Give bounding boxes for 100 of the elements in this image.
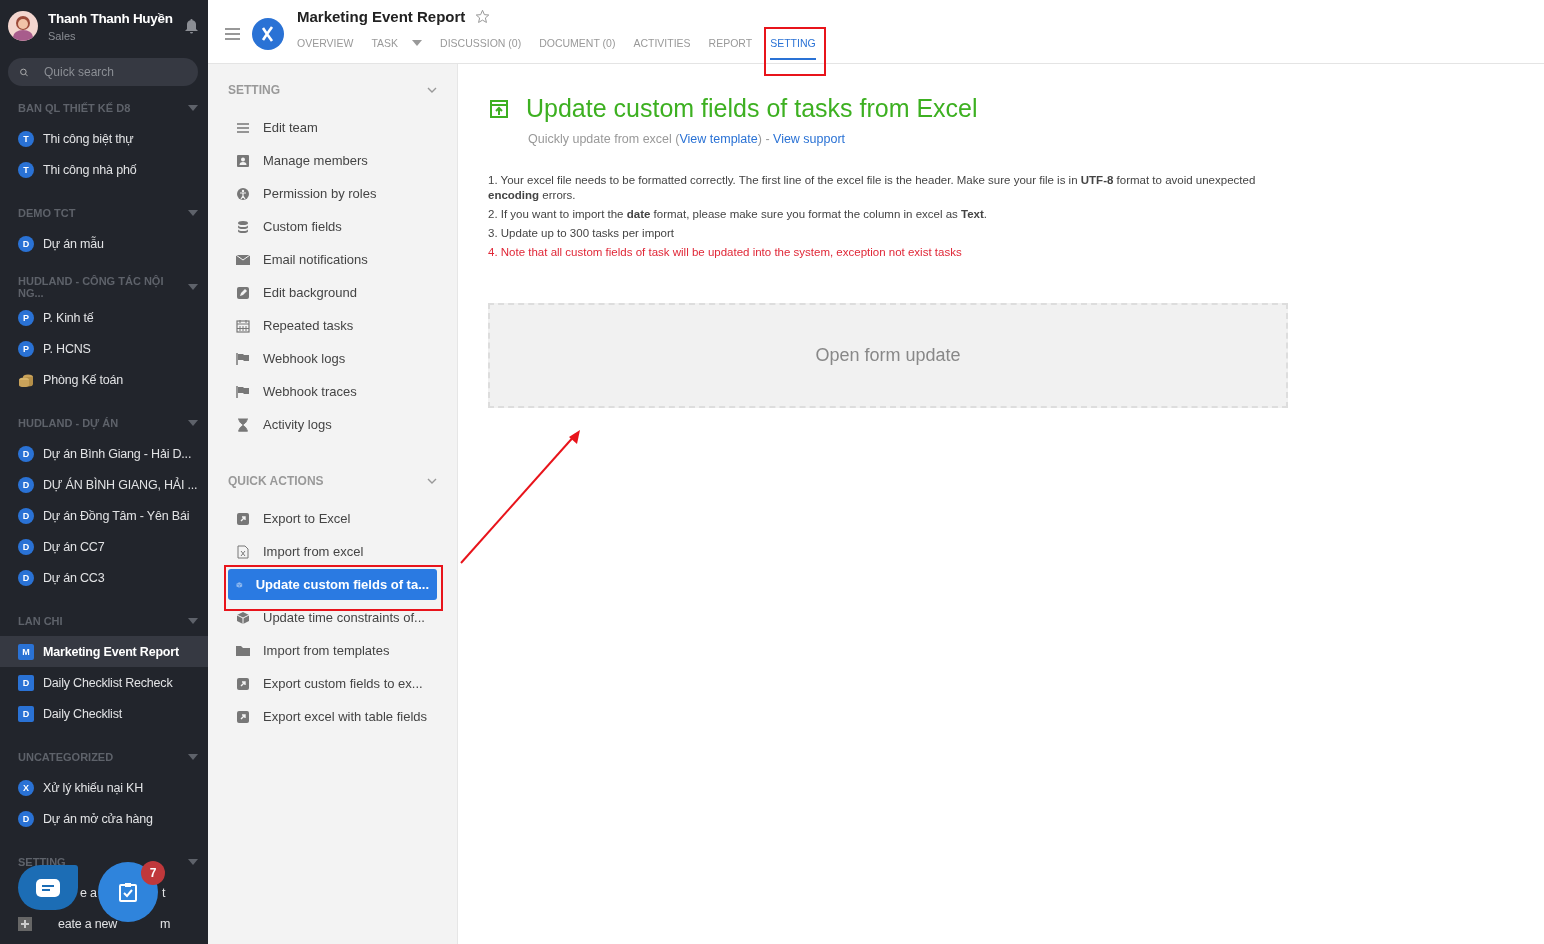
instruction-text: 1. Your excel file needs to be formatted correctly. The first line of the excel file is the header. Make sure your file is in UTF-8 format to avoid unexpected encoding errors. (488, 173, 1257, 203)
settings-item[interactable]: Update custom fields of ta... (228, 569, 437, 600)
tasks-button[interactable] (98, 862, 158, 922)
project-title: Marketing Event Report (297, 7, 466, 25)
sidebar-item[interactable]: D Dự án CC7 (0, 531, 208, 562)
export-icon (236, 709, 250, 724)
project-badge: D (18, 705, 34, 722)
plus-icon[interactable] (18, 916, 32, 931)
star-icon[interactable] (475, 8, 491, 24)
project-badge: T (18, 161, 34, 178)
settings-item[interactable]: Import from excel (228, 536, 437, 567)
sidebar-item[interactable]: D DỰ ÁN BÌNH GIANG, HẢI ... (0, 469, 208, 500)
project-badge: D (18, 674, 34, 691)
envelope-icon (236, 252, 250, 267)
upload-window-icon (490, 99, 508, 118)
project-badge: D (18, 445, 34, 462)
chat-button[interactable] (18, 865, 78, 910)
clipboard-check-icon (119, 882, 137, 902)
sidebar-item-text[interactable]: m (160, 916, 171, 931)
sidebar-item[interactable]: M Marketing Event Report (0, 636, 208, 667)
flag-icon (236, 384, 250, 399)
avatar-icon[interactable] (8, 11, 38, 41)
sidebar-item[interactable]: Phòng Kế toán (0, 364, 208, 395)
tab[interactable]: SETTING (770, 32, 816, 60)
sidebar-item[interactable]: T Thi công nhà phố (0, 154, 208, 185)
search-field[interactable]: Quick search (8, 58, 198, 86)
caret-icon (188, 617, 198, 624)
project-badge: D (18, 569, 34, 586)
caret-icon (412, 39, 423, 46)
caret-icon (188, 858, 198, 865)
calendar-icon (236, 318, 250, 333)
coins-icon (18, 372, 34, 387)
settings-item[interactable]: Import from templates (228, 635, 437, 666)
list-icon (236, 120, 250, 135)
template-link[interactable]: View template (679, 132, 758, 146)
project-badge: P (18, 309, 34, 326)
support-link[interactable]: View support (773, 132, 846, 146)
project-badge: P (18, 340, 34, 357)
project-badge: D (18, 507, 34, 524)
sidebar-item[interactable]: D Dự án Bình Giang - Hải D... (0, 438, 208, 469)
user-role: Sales (48, 29, 77, 42)
caret-icon (188, 753, 198, 760)
bell-icon[interactable] (185, 18, 198, 34)
cube-icon (236, 610, 250, 625)
caret-icon (188, 283, 198, 290)
export-icon (236, 511, 250, 526)
subtitle: Quickly update from excel (View template) - View support (528, 132, 847, 146)
section-title: LAN CHI (18, 614, 63, 627)
sidebar-item[interactable]: D Daily Checklist Recheck (0, 667, 208, 698)
settings-item[interactable]: Webhook logs (228, 343, 437, 374)
sidebar-item[interactable]: P P. Kinh tế (0, 302, 208, 333)
project-badge: T (18, 130, 34, 147)
sidebar-item[interactable]: D Daily Checklist (0, 698, 208, 729)
settings-item[interactable]: Export excel with table fields (228, 701, 437, 732)
settings-item[interactable]: Export to Excel (228, 503, 437, 534)
excel-file-icon (236, 544, 250, 559)
sidebar-item-text[interactable]: eate a new (58, 916, 118, 931)
settings-item[interactable]: Edit team (228, 112, 437, 143)
sidebar-item[interactable]: T Thi công biệt thự (0, 123, 208, 154)
settings-item[interactable]: Activity logs (228, 409, 437, 440)
settings-item[interactable]: Webhook traces (228, 376, 437, 407)
sidebar-item-text[interactable]: t (162, 885, 166, 900)
group-title: QUICK ACTIONS (228, 474, 324, 488)
user-name: Thanh Thanh Huyền (48, 10, 174, 26)
hourglass-icon (236, 417, 250, 432)
notification-count: 7 (141, 861, 165, 885)
sidebar-item[interactable]: D Dự án mở cửa hàng (0, 803, 208, 834)
settings-item[interactable]: Edit background (228, 277, 437, 308)
contact-card-icon (236, 153, 250, 168)
highlight-frame (764, 27, 826, 76)
caret-icon (188, 209, 198, 216)
settings-item[interactable]: Repeated tasks (228, 310, 437, 341)
group-title: SETTING (228, 83, 280, 97)
sidebar-item[interactable]: D Dự án CC3 (0, 562, 208, 593)
caret-icon (188, 419, 198, 426)
settings-item[interactable]: Email notifications (228, 244, 437, 275)
settings-item[interactable]: Manage members (228, 145, 437, 176)
pencil-icon (236, 285, 250, 300)
search-icon (20, 65, 28, 79)
project-badge: D (18, 476, 34, 493)
sidebar-item[interactable]: X Xử lý khiếu nại KH (0, 772, 208, 803)
sidebar-item[interactable]: D Dự án mẫu (0, 228, 208, 259)
sidebar-item[interactable]: P P. HCNS (0, 333, 208, 364)
chevron-down-icon[interactable] (427, 478, 437, 484)
export-icon (236, 676, 250, 691)
settings-item[interactable]: Custom fields (228, 211, 437, 242)
sidebar-item[interactable]: D Dự án Đồng Tâm - Yên Bái (0, 500, 208, 531)
chat-icon (36, 878, 60, 897)
settings-item[interactable]: Export custom fields to ex... (228, 668, 437, 699)
instruction-text: 3. Update up to 300 tasks per import (488, 226, 676, 241)
menu-icon[interactable] (225, 27, 240, 40)
instruction-text: 4. Note that all custom fields of task will be updated into the system, exception not exist tasks (488, 245, 963, 260)
settings-item[interactable]: Permission by roles (228, 178, 437, 209)
section-title: HUDLAND - DỰ ÁN (18, 416, 119, 429)
chevron-down-icon[interactable] (427, 87, 437, 93)
database-icon (236, 219, 250, 234)
search-field[interactable]: Quick search (42, 64, 186, 80)
project-badge: D (18, 538, 34, 555)
settings-item[interactable]: Update time constraints of... (228, 602, 437, 633)
sidebar-item-text[interactable]: e a (80, 885, 97, 900)
